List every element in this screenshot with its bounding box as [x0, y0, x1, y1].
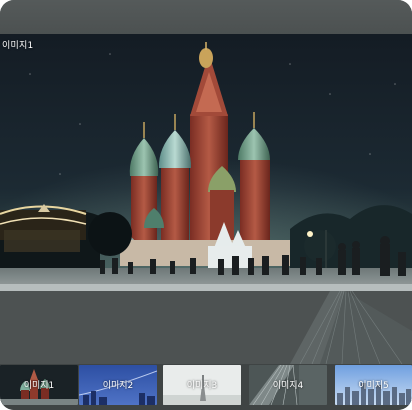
thumbnail-label: 이미지1 [23, 381, 55, 391]
thumbnail-label: 이미지3 [186, 381, 218, 391]
thumbnail-label: 이미지2 [102, 381, 134, 391]
thumbnail-4[interactable]: 이미지4 [249, 365, 327, 405]
thumbnail-label: 이미지4 [272, 381, 304, 391]
thumbnail-5[interactable]: 이미지5 [335, 365, 412, 405]
thumbnail-2[interactable]: 이미지2 [79, 365, 157, 405]
main-image-caption: 이미지1 [2, 41, 34, 51]
thumbnail-3[interactable]: 이미지3 [163, 365, 241, 405]
thumbnail-1[interactable]: 이미지1 [0, 365, 78, 405]
image-gallery: 이미지1 이미지1 이미지2 이미지3 이미지4 이미지5 [0, 0, 412, 410]
top-bar [0, 0, 412, 34]
lower-panel [0, 290, 412, 365]
main-image[interactable] [0, 34, 412, 291]
thumbnail-label: 이미지5 [358, 381, 389, 391]
